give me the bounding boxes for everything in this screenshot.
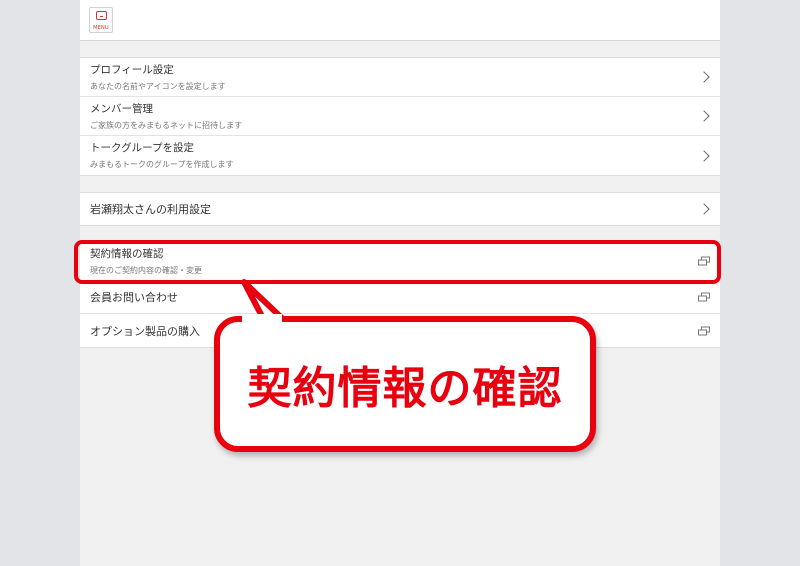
chevron-right-icon (698, 203, 710, 215)
user-usage-settings-title: 岩瀬翔太さんの利用設定 (90, 203, 211, 216)
talk-group-title: トークグループを設定 (90, 142, 194, 154)
option-products-title: オプション製品の購入 (90, 324, 200, 338)
callout-bubble: 契約情報の確認 (214, 316, 596, 452)
talk-group-subtitle: みまもるトークのグループを作成します (90, 160, 234, 169)
chevron-right-icon (698, 110, 710, 122)
menu-icon (96, 11, 107, 20)
user-settings-group: 岩瀬翔太さんの利用設定 (80, 192, 720, 226)
account-settings-group: プロフィール設定 あなたの名前やアイコンを設定します メンバー管理 ご家族の方を… (80, 57, 720, 176)
talk-group-settings-item[interactable]: トークグループを設定 みまもるトークのグループを作成します (80, 136, 720, 175)
member-management-item[interactable]: メンバー管理 ご家族の方をみまもるネットに招待します (80, 97, 720, 136)
user-usage-settings-item[interactable]: 岩瀬翔太さんの利用設定 (80, 193, 720, 225)
profile-settings-subtitle: あなたの名前やアイコンを設定します (90, 82, 226, 91)
member-inquiry-title: 会員お問い合わせ (90, 291, 178, 304)
member-inquiry-item[interactable]: 会員お問い合わせ (80, 281, 720, 314)
external-link-icon (698, 292, 710, 302)
member-management-title: メンバー管理 (90, 103, 153, 115)
chevron-right-icon (698, 149, 710, 162)
menu-label: MENU (93, 25, 109, 31)
header-bar: MENU (80, 0, 720, 41)
external-link-icon (698, 326, 710, 335)
callout-tail-joint (242, 314, 282, 324)
profile-settings-item[interactable]: プロフィール設定 あなたの名前やアイコンを設定します (80, 58, 720, 97)
callout-text: 契約情報の確認 (247, 363, 563, 414)
profile-settings-title: プロフィール設定 (90, 64, 174, 76)
menu-button[interactable]: MENU (89, 7, 113, 33)
contract-info-highlight (74, 240, 721, 284)
chevron-right-icon (698, 71, 710, 83)
member-management-subtitle: ご家族の方をみまもるネットに招待します (90, 121, 242, 130)
